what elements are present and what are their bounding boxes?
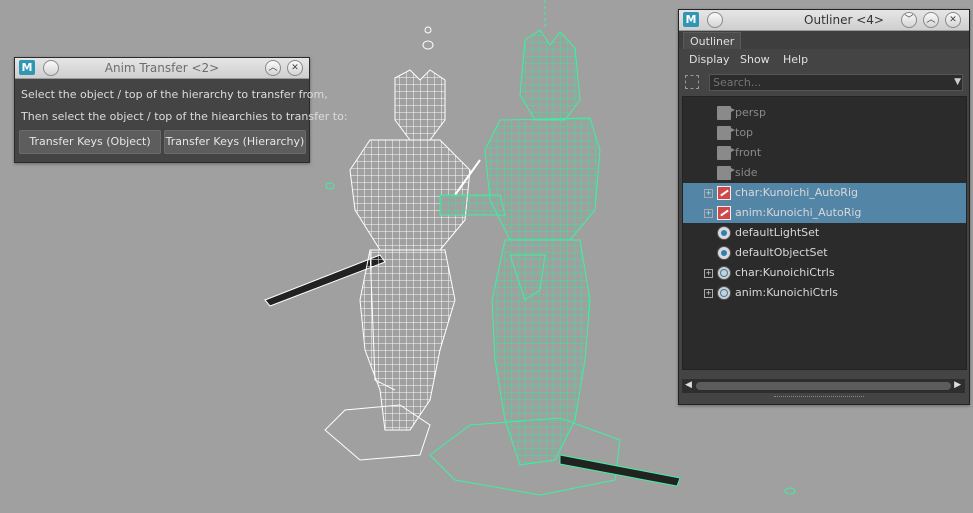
horizontal-scrollbar[interactable]: ◀ ▶ [682,379,965,393]
search-input[interactable] [709,74,963,91]
outliner-item[interactable]: defaultLightSet [683,223,966,243]
outliner-menubar: Display Show Help [679,49,969,71]
camera-icon [717,166,735,180]
transfer-keys-object-button[interactable]: Transfer Keys (Object) [19,130,161,154]
outliner-item-label: anim:Kunoichi_AutoRig [735,206,862,219]
outliner-item-label: side [735,166,758,179]
outliner-item-label: anim:KunoichiCtrls [735,286,838,299]
chevron-down-icon[interactable]: ﹀ [901,12,917,28]
outliner-item[interactable]: front [683,143,966,163]
camera-icon [717,106,735,120]
outliner-window: M Outliner <4> ﹀ ︿ ✕ Outliner Display Sh… [678,9,970,405]
chevron-up-icon[interactable]: ︿ [923,12,939,28]
outliner-item-label: defaultLightSet [735,226,820,239]
instruction-source: Select the object / top of the hierarchy… [21,88,328,101]
anim-transfer-window: M Anim Transfer <2> ︿ ✕ Select the objec… [14,57,348,163]
scrollbar-thumb[interactable] [696,382,951,390]
outliner-tabbar: Outliner [679,31,969,50]
camera-icon [717,146,735,160]
joint-rig-icon [717,206,731,220]
expand-icon[interactable]: + [704,289,713,298]
menu-show[interactable]: Show [740,53,770,66]
set-icon [717,246,731,260]
outliner-item-label: char:Kunoichi_AutoRig [735,186,858,199]
joint-rig-icon [717,186,731,200]
expand-icon[interactable]: + [704,189,713,198]
outliner-item-label: defaultObjectSet [735,246,828,259]
outliner-item[interactable]: defaultObjectSet [683,243,966,263]
controls-icon [717,266,731,280]
outliner-item[interactable]: + char:KunoichiCtrls [683,263,966,283]
tab-outliner[interactable]: Outliner [683,32,742,50]
outliner-item[interactable]: top [683,123,966,143]
anim-transfer-titlebar[interactable]: M Anim Transfer <2> ︿ ✕ [15,58,309,79]
outliner-item[interactable]: + char:Kunoichi_AutoRig [683,183,966,203]
search-dropdown-icon[interactable]: ▼ [954,77,961,87]
minimize-icon[interactable]: ︿ [265,60,281,76]
outliner-item-label: top [735,126,754,139]
outliner-tree[interactable]: persp top front side + char:Kunoichi_AutoRig +… [682,96,967,370]
outliner-item[interactable]: + anim:KunoichiCtrls [683,283,966,303]
close-icon[interactable]: ✕ [945,12,961,28]
resize-grip[interactable] [774,396,864,399]
expand-icon[interactable]: + [704,269,713,278]
camera-icon [717,126,735,140]
menu-display[interactable]: Display [689,53,730,66]
outliner-item-label: persp [735,106,766,119]
transfer-keys-hierarchy-button[interactable]: Transfer Keys (Hierarchy) [164,130,306,154]
scroll-left-icon[interactable]: ◀ [685,380,692,390]
expand-icon[interactable]: + [704,209,713,218]
frame-selection-icon[interactable] [685,75,699,89]
set-icon [717,226,731,240]
outliner-item-label: char:KunoichiCtrls [735,266,835,279]
search-row: ▼ [679,71,969,95]
outliner-item[interactable]: persp [683,103,966,123]
instruction-target: Then select the object / top of the hiea… [21,110,348,123]
outliner-titlebar[interactable]: M Outliner <4> ﹀ ︿ ✕ [679,10,969,31]
menu-help[interactable]: Help [783,53,808,66]
outliner-item[interactable]: side [683,163,966,183]
controls-icon [717,286,731,300]
outliner-item[interactable]: + anim:Kunoichi_AutoRig [683,203,966,223]
scroll-right-icon[interactable]: ▶ [954,380,961,390]
close-icon[interactable]: ✕ [287,60,303,76]
outliner-item-label: front [735,146,762,159]
